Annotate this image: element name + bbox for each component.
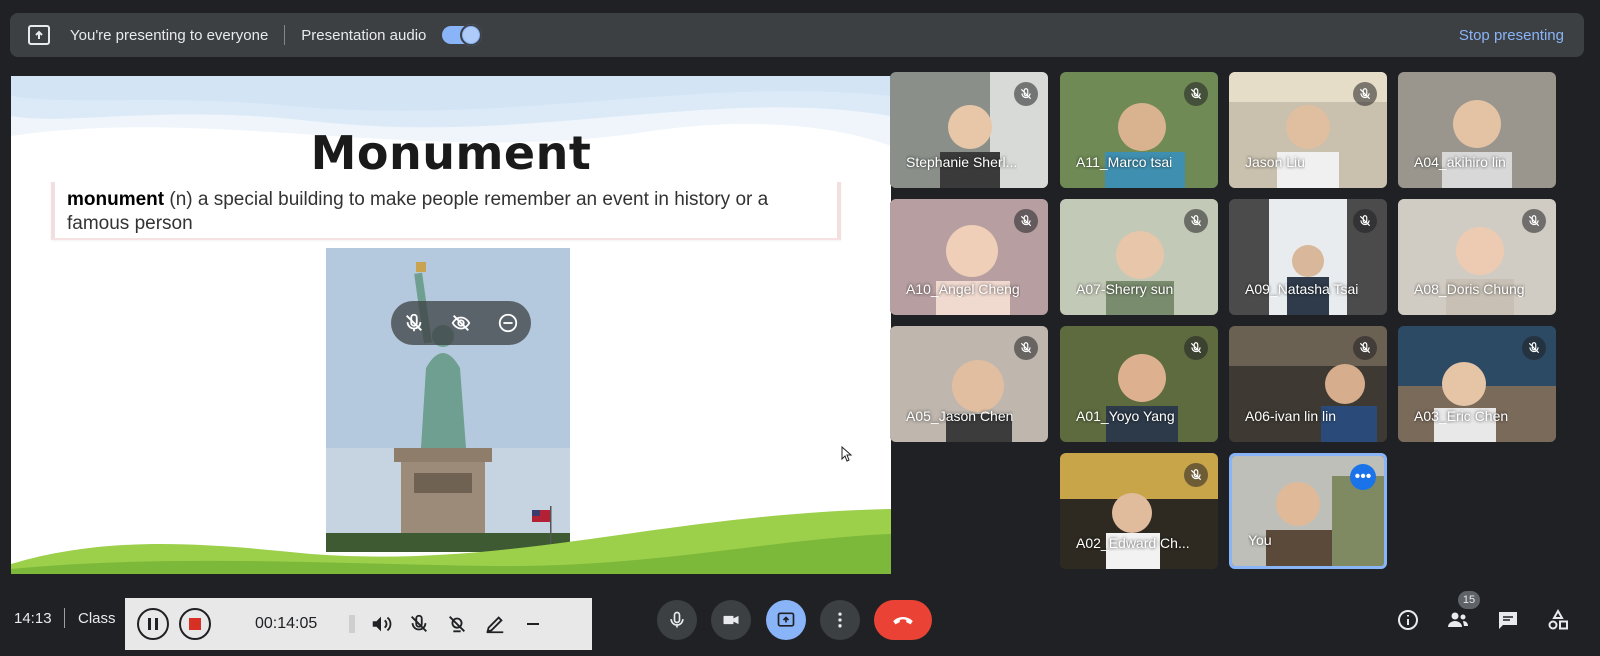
mic-toggle-button[interactable]	[407, 612, 431, 636]
people-button[interactable]	[1444, 606, 1472, 634]
mic-off-icon	[1353, 336, 1377, 360]
slide-title: Monument	[310, 126, 592, 180]
mic-button[interactable]	[657, 600, 697, 640]
mic-off-icon	[411, 614, 428, 632]
participant-name: You	[1248, 532, 1272, 548]
participant-name: A03_Eric Chen	[1414, 408, 1509, 424]
remove-icon[interactable]	[497, 312, 519, 334]
mic-off-icon	[1184, 336, 1208, 360]
participant-tile[interactable]: A02_Edward Ch...	[1060, 453, 1218, 569]
participant-name: Stephanie Sherl...	[906, 154, 1018, 170]
participant-name: A10_Angel Cheng	[906, 281, 1020, 297]
present-screen-icon	[28, 25, 50, 45]
participant-name: A07-Sherry sun	[1076, 281, 1174, 297]
mic-off-icon	[1014, 209, 1038, 233]
meeting-details-button[interactable]	[1394, 606, 1422, 634]
stop-icon	[189, 618, 201, 630]
present-now-button[interactable]	[766, 600, 806, 640]
leave-call-button[interactable]	[874, 600, 932, 640]
mic-off-icon	[1184, 82, 1208, 106]
participant-video	[1398, 72, 1556, 188]
minimize-button[interactable]	[521, 612, 545, 636]
participant-tile[interactable]: A10_Angel Cheng	[890, 199, 1048, 315]
participant-tile[interactable]: A09_Natasha Tsai	[1229, 199, 1387, 315]
presenting-banner: You're presenting to everyone Presentati…	[10, 13, 1584, 57]
participant-tile[interactable]: A03_Eric Chen	[1398, 326, 1556, 442]
camera-icon	[723, 615, 739, 625]
participant-name: A09_Natasha Tsai	[1245, 281, 1359, 297]
participant-tile[interactable]: A01_Yoyo Yang	[1060, 326, 1218, 442]
video-overlay-controls	[391, 301, 531, 345]
mic-off-icon[interactable]	[403, 312, 425, 334]
participant-name: A05_Jason Chen	[906, 408, 1014, 424]
participant-tile[interactable]: Jason Liu	[1229, 72, 1387, 188]
chat-icon	[1499, 612, 1517, 629]
participant-name: Jason Liu	[1245, 154, 1305, 170]
banner-divider	[284, 25, 286, 45]
camera-off-icon	[449, 616, 466, 633]
meeting-clock: 14:13	[14, 610, 52, 627]
mic-off-icon	[1522, 336, 1546, 360]
camera-button[interactable]	[711, 600, 751, 640]
volume-button[interactable]	[369, 612, 393, 636]
more-options-button[interactable]	[820, 600, 860, 640]
webcam-toggle-button[interactable]	[445, 612, 469, 636]
more-vert-icon	[838, 612, 842, 628]
activities-button[interactable]	[1544, 606, 1572, 634]
slide-definition: monument (n) a special building to make …	[51, 182, 841, 240]
pause-button[interactable]	[137, 608, 169, 640]
mic-off-icon	[1014, 336, 1038, 360]
stop-presenting-button[interactable]: Stop presenting	[1459, 27, 1564, 44]
recording-timer: 00:14:05	[255, 615, 318, 632]
presentation-slide: Monument monument (n) a special building…	[11, 76, 891, 574]
participant-name: A11_Marco tsai	[1076, 154, 1173, 170]
participant-name: A02_Edward Ch...	[1076, 535, 1190, 551]
participant-tile[interactable]: A05_Jason Chen	[890, 326, 1048, 442]
pen-icon	[486, 616, 504, 634]
participant-tile[interactable]: Stephanie Sherl...	[890, 72, 1048, 188]
participant-tile[interactable]: A08_Doris Chung	[1398, 199, 1556, 315]
screen-recorder-bar: 00:14:05	[125, 598, 592, 650]
participant-tile[interactable]: A11_Marco tsai	[1060, 72, 1218, 188]
activities-icon	[1548, 608, 1568, 630]
minimize-icon	[527, 623, 540, 625]
stop-recording-button[interactable]	[179, 608, 211, 640]
participant-tile[interactable]: A07-Sherry sun	[1060, 199, 1218, 315]
mouse-pointer-icon	[841, 446, 853, 462]
mic-off-icon	[1353, 209, 1377, 233]
mic-off-icon	[1014, 82, 1038, 106]
volume-icon	[373, 616, 392, 632]
presentation-audio-label: Presentation audio	[301, 26, 427, 44]
slide-hills-decoration	[11, 509, 891, 574]
pause-icon	[148, 618, 158, 630]
people-icon	[1448, 612, 1468, 627]
definition-term: monument	[67, 189, 165, 210]
meeting-name: Class	[78, 610, 116, 627]
more-options-icon[interactable]: •••	[1350, 464, 1376, 490]
hide-video-icon[interactable]	[450, 312, 472, 334]
participant-name: A06-ivan lin lin	[1245, 408, 1337, 424]
present-screen-icon	[777, 612, 795, 627]
mic-off-icon	[1184, 463, 1208, 487]
presenting-status-text: You're presenting to everyone	[70, 26, 269, 44]
chat-button[interactable]	[1494, 606, 1522, 634]
mic-off-icon	[1353, 82, 1377, 106]
end-call-icon	[893, 617, 913, 625]
participant-name: A08_Doris Chung	[1414, 281, 1525, 297]
participant-name: A04_akihiro lin	[1414, 154, 1506, 170]
mic-icon	[670, 611, 684, 628]
self-view-tile[interactable]: ••• You	[1229, 453, 1387, 569]
draw-button[interactable]	[483, 612, 507, 636]
recorder-separator	[349, 615, 356, 633]
participant-tile[interactable]: A06-ivan lin lin	[1229, 326, 1387, 442]
mic-off-icon	[1522, 209, 1546, 233]
participant-name: A01_Yoyo Yang	[1076, 408, 1175, 424]
presentation-audio-toggle[interactable]	[442, 24, 483, 46]
mic-off-icon	[1184, 209, 1208, 233]
clock-divider	[64, 608, 65, 628]
info-icon	[1398, 610, 1418, 630]
definition-text: (n) a special building to make people re…	[67, 189, 769, 234]
participant-tile[interactable]: A04_akihiro lin	[1398, 72, 1556, 188]
